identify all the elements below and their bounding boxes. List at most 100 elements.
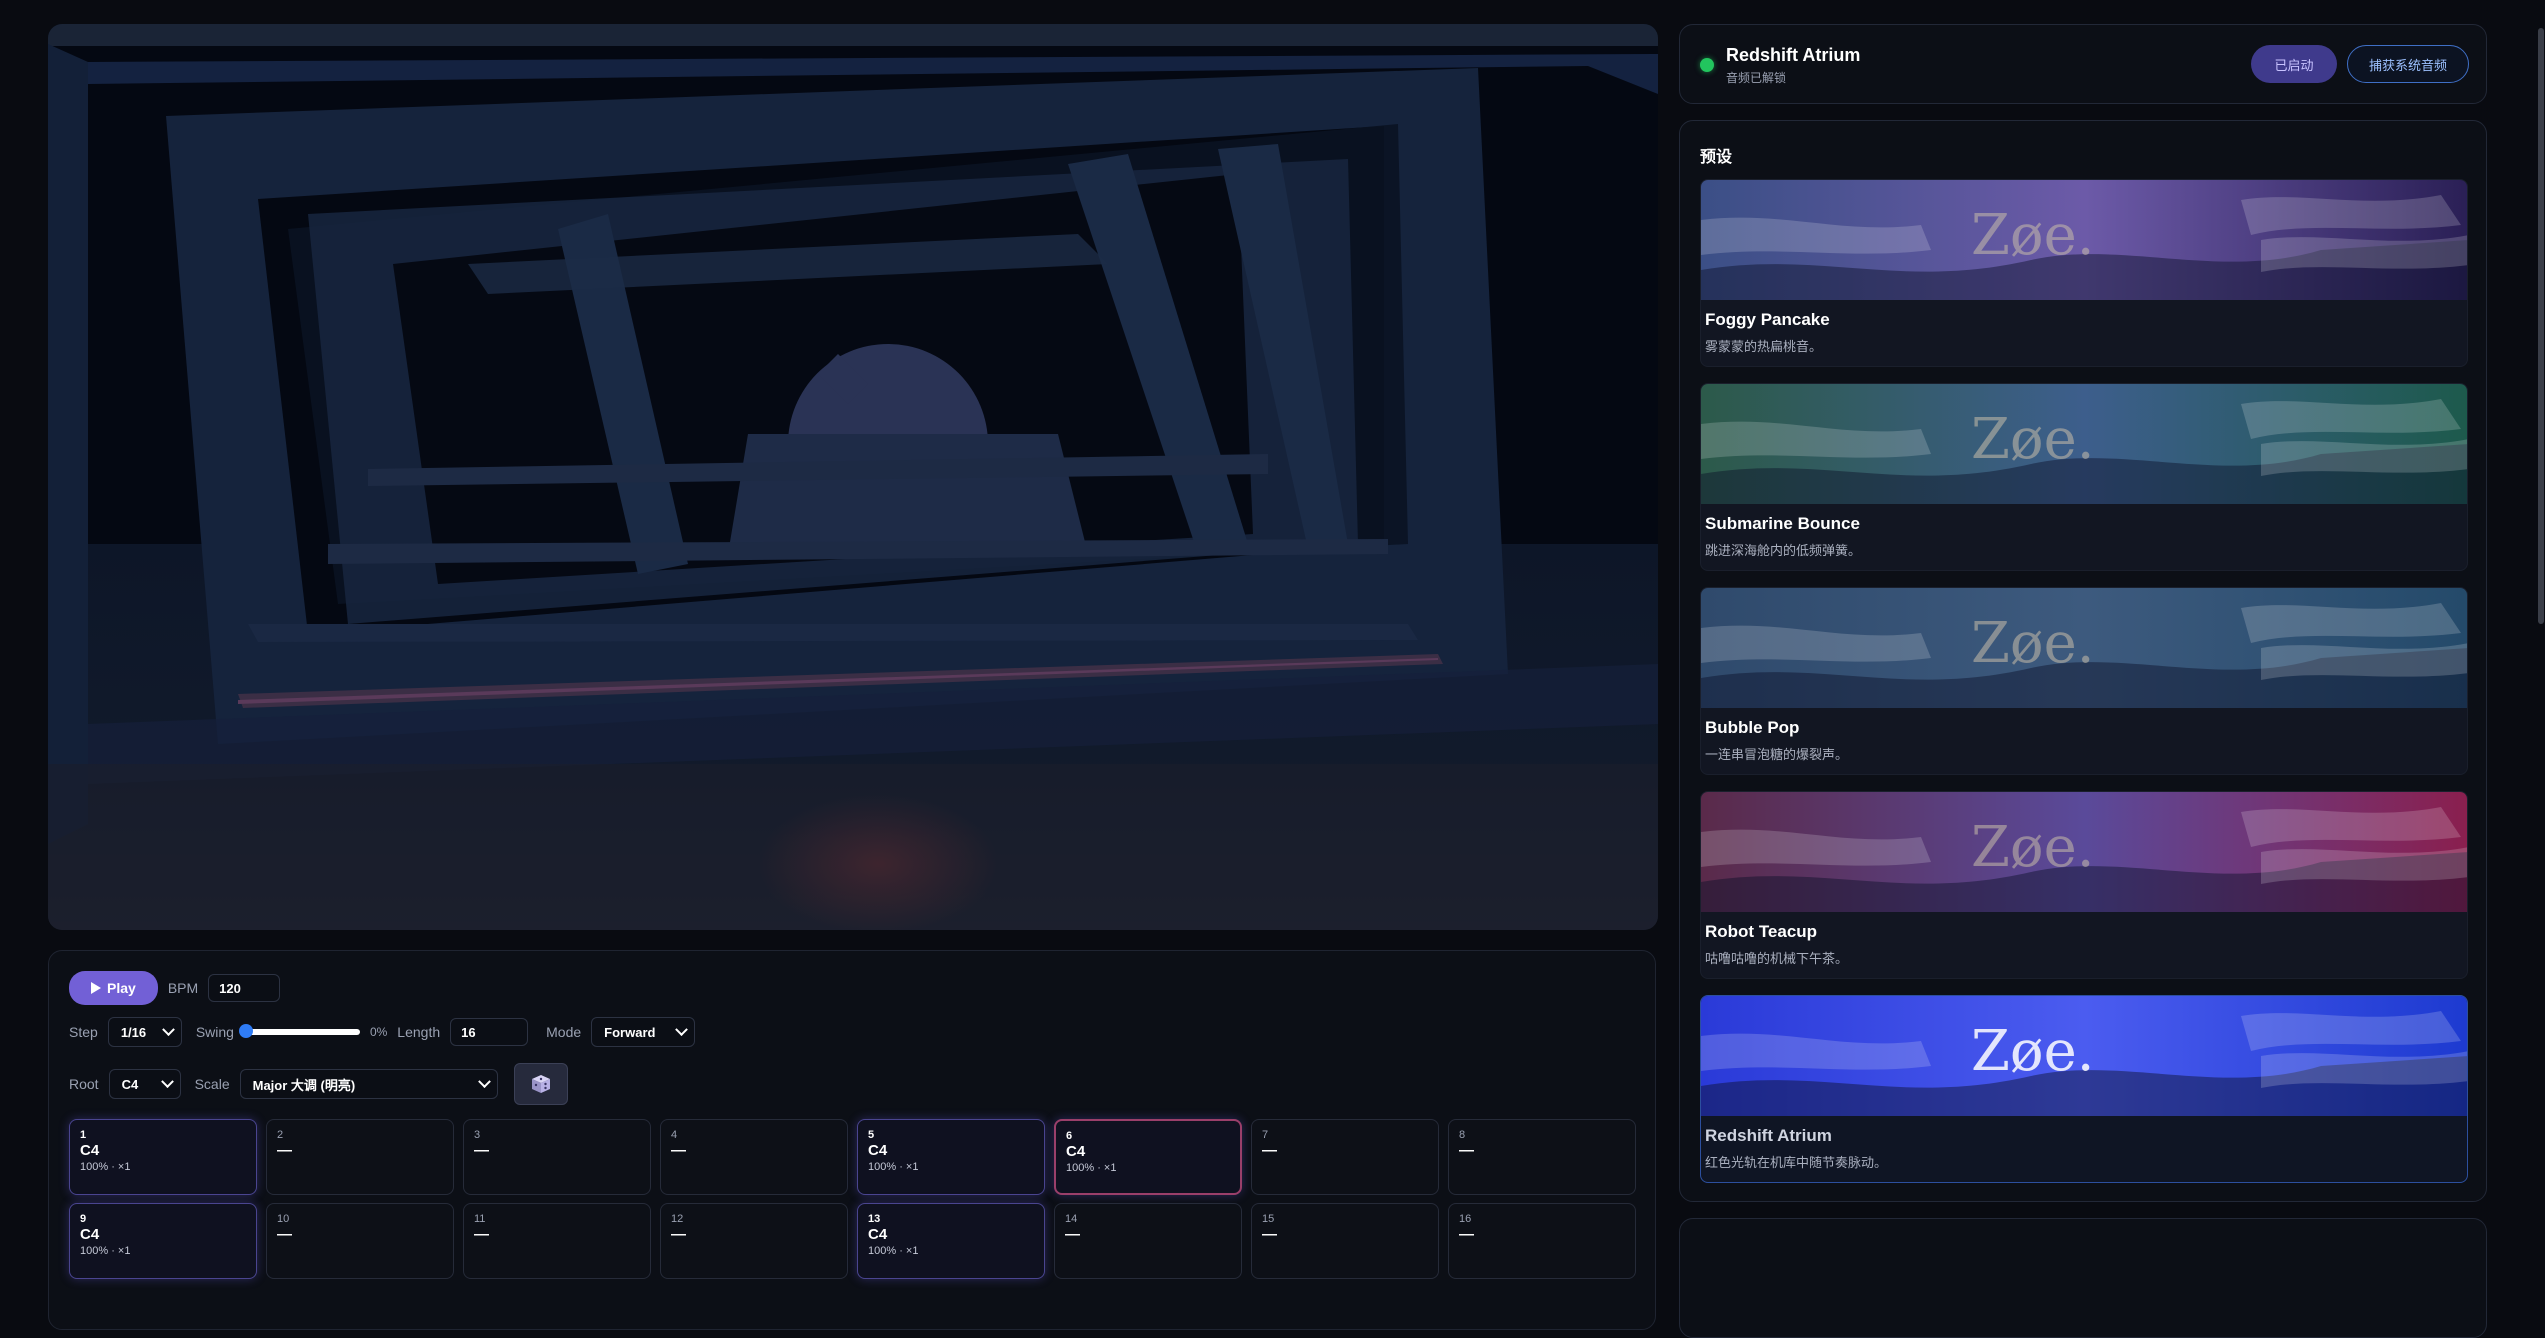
step-note: —: [1262, 1226, 1277, 1243]
preset-description: 雾蒙蒙的热扁桃音。: [1705, 339, 1823, 354]
bpm-label: BPM: [167, 980, 199, 996]
length-input[interactable]: 16: [450, 1018, 529, 1046]
scale-value: Major 大调 (明亮): [252, 1077, 356, 1093]
started-button[interactable]: 已启动: [2251, 45, 2337, 83]
step-velocity: 100% · ×1: [80, 1161, 131, 1173]
step-note: C4: [80, 1226, 100, 1243]
preset-title: Robot Teacup: [1705, 922, 1818, 941]
step-cell[interactable]: 6 C4 100% · ×1: [1054, 1119, 1242, 1195]
root-value: C4: [121, 1076, 139, 1092]
preset-card[interactable]: Zøe. Submarine Bounce 跳进深海舱内的低频弹簧。: [1700, 383, 2468, 571]
preset-card[interactable]: Zøe. Bubble Pop 一连串冒泡糖的爆裂声。: [1700, 587, 2468, 775]
step-cell[interactable]: 5 C4 100% · ×1: [857, 1119, 1045, 1195]
step-number: 11: [474, 1213, 486, 1225]
step-cell[interactable]: 15—: [1251, 1203, 1439, 1279]
step-value: 1/16: [120, 1024, 147, 1040]
step-cell[interactable]: 11—: [463, 1203, 651, 1279]
step-cell[interactable]: 14—: [1054, 1203, 1242, 1279]
swing-slider[interactable]: [238, 1024, 360, 1038]
status-card: Redshift Atrium 音频已解锁 已启动 捕获系统音频: [1679, 24, 2487, 104]
step-note: —: [474, 1226, 489, 1243]
randomize-button[interactable]: [513, 1063, 568, 1105]
step-number: 4: [671, 1129, 678, 1141]
step-number: 3: [474, 1129, 481, 1141]
transport-row: Play BPM 120: [69, 971, 281, 1005]
mode-value: Forward: [604, 1024, 656, 1040]
presets-panel: 预设 Zøe. Foggy Pancake 雾蒙蒙的热扁桃音。 Zøe. Submari…: [1679, 120, 2487, 1202]
step-cell[interactable]: 16—: [1448, 1203, 1636, 1279]
step-cell[interactable]: 7—: [1251, 1119, 1439, 1195]
scene-render: [48, 24, 1658, 930]
audio-status: 音频已解锁: [1726, 71, 1787, 85]
step-number: 16: [1459, 1213, 1472, 1225]
step-number: 14: [1065, 1213, 1078, 1225]
step-cell[interactable]: 8—: [1448, 1119, 1636, 1195]
step-note: C4: [868, 1142, 888, 1159]
bpm-input[interactable]: 120: [208, 974, 281, 1002]
chevron-down-icon: [160, 1074, 174, 1088]
step-cell[interactable]: 10—: [266, 1203, 454, 1279]
step-note: C4: [80, 1142, 100, 1159]
step-number: 10: [277, 1213, 290, 1225]
step-label: Step: [69, 1024, 98, 1040]
step-note: —: [277, 1226, 292, 1243]
preset-description: 咕噜咕噜的机械下午茶。: [1705, 951, 1849, 966]
preset-banner: Zøe.: [1701, 792, 2467, 912]
step-cell[interactable]: 3—: [463, 1119, 651, 1195]
step-grid: 9 C4 100% · ×1 10—11—12—13 C4 100% · ×1 14—15—…: [69, 1203, 1639, 1279]
scene-viewport[interactable]: [48, 24, 1658, 930]
step-cell[interactable]: 2—: [266, 1119, 454, 1195]
step-cell[interactable]: 1 C4 100% · ×1: [69, 1119, 257, 1195]
step-number: 1: [80, 1129, 87, 1141]
step-select[interactable]: 1/16: [107, 1017, 182, 1047]
step-velocity: 100% · ×1: [868, 1245, 919, 1257]
step-note: —: [474, 1142, 489, 1159]
preset-banner: Zøe.: [1701, 384, 2467, 504]
chevron-down-icon: [477, 1074, 491, 1088]
step-note: C4: [868, 1226, 888, 1243]
scene-title: Redshift Atrium: [1726, 45, 1861, 65]
step-cell[interactable]: 12—: [660, 1203, 848, 1279]
presets-heading: 预设: [1700, 149, 1733, 166]
step-number: 13: [868, 1213, 881, 1225]
step-number: 12: [671, 1213, 684, 1225]
preset-card[interactable]: Zøe. Redshift Atrium 红色光轨在机库中随节奏脉动。: [1700, 995, 2468, 1183]
preset-logo: Zøe.: [1971, 203, 2095, 268]
scale-label: Scale: [194, 1076, 230, 1092]
step-note: —: [671, 1226, 686, 1243]
step-note: —: [671, 1142, 686, 1159]
step-grid: 1 C4 100% · ×1 2—3—4—5 C4 100% · ×1 6 C4 100% · …: [69, 1119, 1639, 1195]
step-number: 2: [277, 1129, 284, 1141]
step-cell[interactable]: 4—: [660, 1119, 848, 1195]
step-cell[interactable]: 13 C4 100% · ×1: [857, 1203, 1045, 1279]
step-note: —: [1459, 1142, 1474, 1159]
step-number: 6: [1066, 1130, 1073, 1142]
lower-panel: [1679, 1218, 2487, 1338]
preset-logo: Zøe.: [1971, 611, 2095, 676]
preset-card[interactable]: Zøe. Robot Teacup 咕噜咕噜的机械下午茶。: [1700, 791, 2468, 979]
step-note: —: [1262, 1142, 1277, 1159]
preset-banner: Zøe.: [1701, 588, 2467, 708]
play-label: Play: [107, 980, 136, 996]
play-button[interactable]: Play: [69, 971, 158, 1005]
preset-banner: Zøe.: [1701, 996, 2467, 1116]
preset-description: 一连串冒泡糖的爆裂声。: [1705, 747, 1849, 762]
step-number: 15: [1262, 1213, 1275, 1225]
preset-title: Foggy Pancake: [1705, 310, 1830, 329]
swing-slider-knob[interactable]: [238, 1024, 253, 1038]
mode-select[interactable]: Forward: [591, 1017, 696, 1047]
scrollbar[interactable]: [2538, 28, 2544, 624]
root-select[interactable]: C4: [108, 1069, 181, 1099]
step-note: —: [277, 1142, 292, 1159]
capture-audio-button[interactable]: 捕获系统音频: [2347, 45, 2469, 83]
step-note: C4: [1066, 1143, 1086, 1160]
status-indicator-dot: [1700, 58, 1714, 72]
step-velocity: 100% · ×1: [1066, 1162, 1117, 1174]
step-cell[interactable]: 9 C4 100% · ×1: [69, 1203, 257, 1279]
scale-select[interactable]: Major 大调 (明亮): [239, 1069, 498, 1099]
preset-title: Bubble Pop: [1705, 718, 1800, 737]
scale-row: Root C4 Scale Major 大调 (明亮): [69, 1063, 568, 1105]
mode-label: Mode: [546, 1024, 582, 1040]
root-label: Root: [69, 1076, 99, 1092]
preset-card[interactable]: Zøe. Foggy Pancake 雾蒙蒙的热扁桃音。: [1700, 179, 2468, 367]
